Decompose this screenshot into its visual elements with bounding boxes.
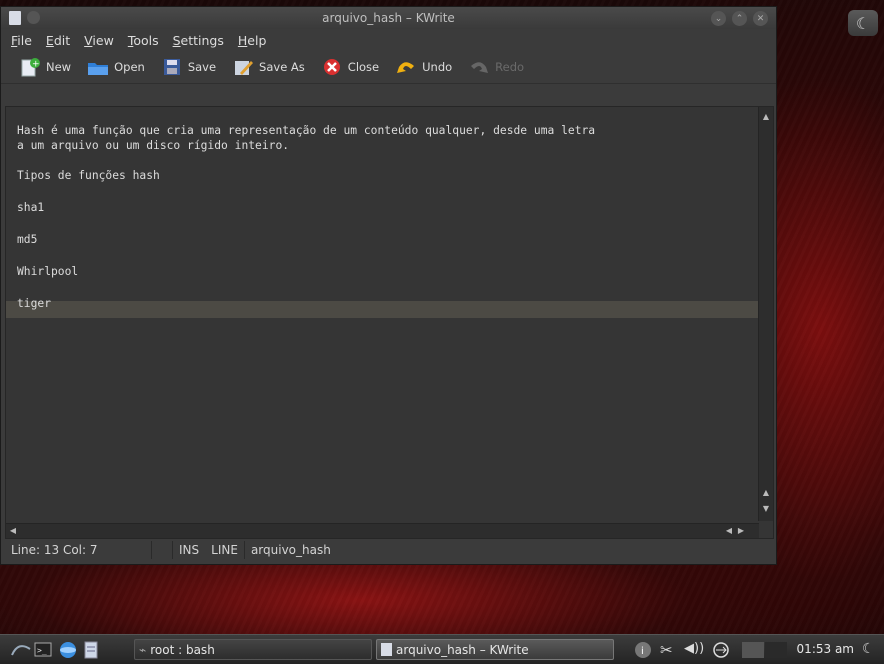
task-bash[interactable]: ⌁ root : bash — [134, 639, 372, 660]
info-icon[interactable]: i — [634, 641, 652, 659]
maximize-icon[interactable]: ⌃ — [732, 11, 747, 26]
editor-line[interactable]: tiger — [17, 296, 759, 313]
task-kwrite[interactable]: arquivo_hash – KWrite — [376, 639, 614, 660]
browser-launcher-icon[interactable] — [58, 641, 76, 659]
title-bar[interactable]: arquivo_hash – KWrite ⌄ ⌃ ✕ — [1, 7, 776, 29]
menu-tools[interactable]: Tools — [121, 33, 166, 48]
volume-icon[interactable]: ◀)) — [684, 641, 704, 659]
redo-icon — [468, 57, 490, 77]
svg-text:>_: >_ — [37, 646, 47, 655]
save-as-button[interactable]: Save As — [232, 57, 305, 77]
undo-icon — [395, 57, 417, 77]
scissors-icon[interactable]: ✂ — [660, 641, 678, 659]
scroll-down-icon[interactable]: ▼ — [761, 503, 771, 515]
save-button[interactable]: Save — [161, 57, 216, 77]
undo-button[interactable]: Undo — [395, 57, 452, 77]
menu-bar: File Edit View Tools Settings Help — [1, 29, 776, 51]
clock[interactable]: 01:53 am — [797, 642, 854, 656]
cursor-position: Line: 13 Col: 7 — [5, 541, 152, 559]
editor-line[interactable]: a um arquivo ou um disco rígido inteiro. — [17, 138, 759, 153]
new-document-icon: + — [19, 57, 41, 77]
text-editor[interactable]: Hash é uma função que cria uma represent… — [5, 106, 774, 539]
terminal-launcher-icon[interactable]: >_ — [34, 641, 52, 659]
editor-line[interactable] — [17, 153, 759, 168]
panel-toolbox-icon[interactable]: ☾ — [862, 641, 880, 659]
document-name: arquivo_hash — [250, 543, 331, 557]
minimize-icon[interactable]: ⌄ — [711, 11, 726, 26]
redo-button[interactable]: Redo — [468, 57, 524, 77]
editor-line[interactable] — [17, 217, 759, 232]
editor-line[interactable]: Tipos de funções hash — [17, 168, 759, 185]
editor-line[interactable]: md5 — [17, 232, 759, 249]
editor-line[interactable]: Hash é uma função que cria uma represent… — [17, 123, 759, 138]
vertical-scrollbar[interactable]: ▲ ▲ ▼ — [758, 107, 773, 521]
document-text[interactable]: Hash é uma função que cria uma represent… — [17, 123, 759, 313]
svg-text:i: i — [641, 646, 644, 657]
plasma-toolbox-icon[interactable]: ☾ — [848, 10, 878, 36]
folder-open-icon — [87, 57, 109, 77]
close-button[interactable]: Close — [321, 57, 379, 77]
pager-icon[interactable] — [742, 641, 788, 659]
kwrite-task-icon — [381, 643, 392, 656]
menu-file[interactable]: File — [4, 33, 39, 48]
scroll-left-icon-right[interactable]: ◀ — [724, 525, 734, 537]
window-title: arquivo_hash – KWrite — [322, 11, 455, 25]
scroll-up-icon[interactable]: ▲ — [761, 111, 771, 123]
save-as-icon — [232, 57, 254, 77]
editor-line[interactable]: sha1 — [17, 200, 759, 217]
svg-text:+: + — [32, 60, 40, 70]
scroll-right-icon[interactable]: ▶ — [736, 525, 746, 537]
menu-help[interactable]: Help — [231, 33, 274, 48]
selection-mode[interactable]: LINE — [205, 541, 245, 559]
status-spacer — [152, 541, 173, 559]
editor-line[interactable] — [17, 281, 759, 296]
network-icon[interactable] — [712, 641, 730, 659]
new-button[interactable]: + New — [19, 57, 71, 77]
editor-line[interactable] — [17, 185, 759, 200]
editor-line[interactable] — [17, 249, 759, 264]
kde-menu-icon[interactable] — [10, 641, 31, 659]
scroll-up-icon-lower[interactable]: ▲ — [761, 487, 771, 499]
horizontal-scrollbar[interactable]: ◀ ◀ ▶ — [6, 523, 759, 538]
menu-edit[interactable]: Edit — [39, 33, 77, 48]
status-bar: Line: 13 Col: 7 INS LINE arquivo_hash — [5, 539, 772, 561]
taskbar: >_ ⌁ root : bash arquivo_hash – KWrite i… — [0, 634, 884, 664]
scroll-left-icon[interactable]: ◀ — [8, 525, 18, 537]
text-editor-launcher-icon[interactable] — [82, 641, 100, 659]
close-document-icon — [321, 57, 343, 77]
main-toolbar: + New Open Save Save As Close Undo Redo — [1, 51, 776, 84]
input-mode[interactable]: INS — [173, 541, 205, 559]
menu-settings[interactable]: Settings — [166, 33, 231, 48]
editor-line[interactable]: Whirlpool — [17, 264, 759, 281]
kwrite-window: arquivo_hash – KWrite ⌄ ⌃ ✕ File Edit Vi… — [0, 6, 777, 565]
menu-view[interactable]: View — [77, 33, 121, 48]
open-button[interactable]: Open — [87, 57, 145, 77]
floppy-disk-icon — [161, 57, 183, 77]
terminal-task-icon: ⌁ — [139, 642, 147, 657]
close-window-icon[interactable]: ✕ — [753, 11, 768, 26]
